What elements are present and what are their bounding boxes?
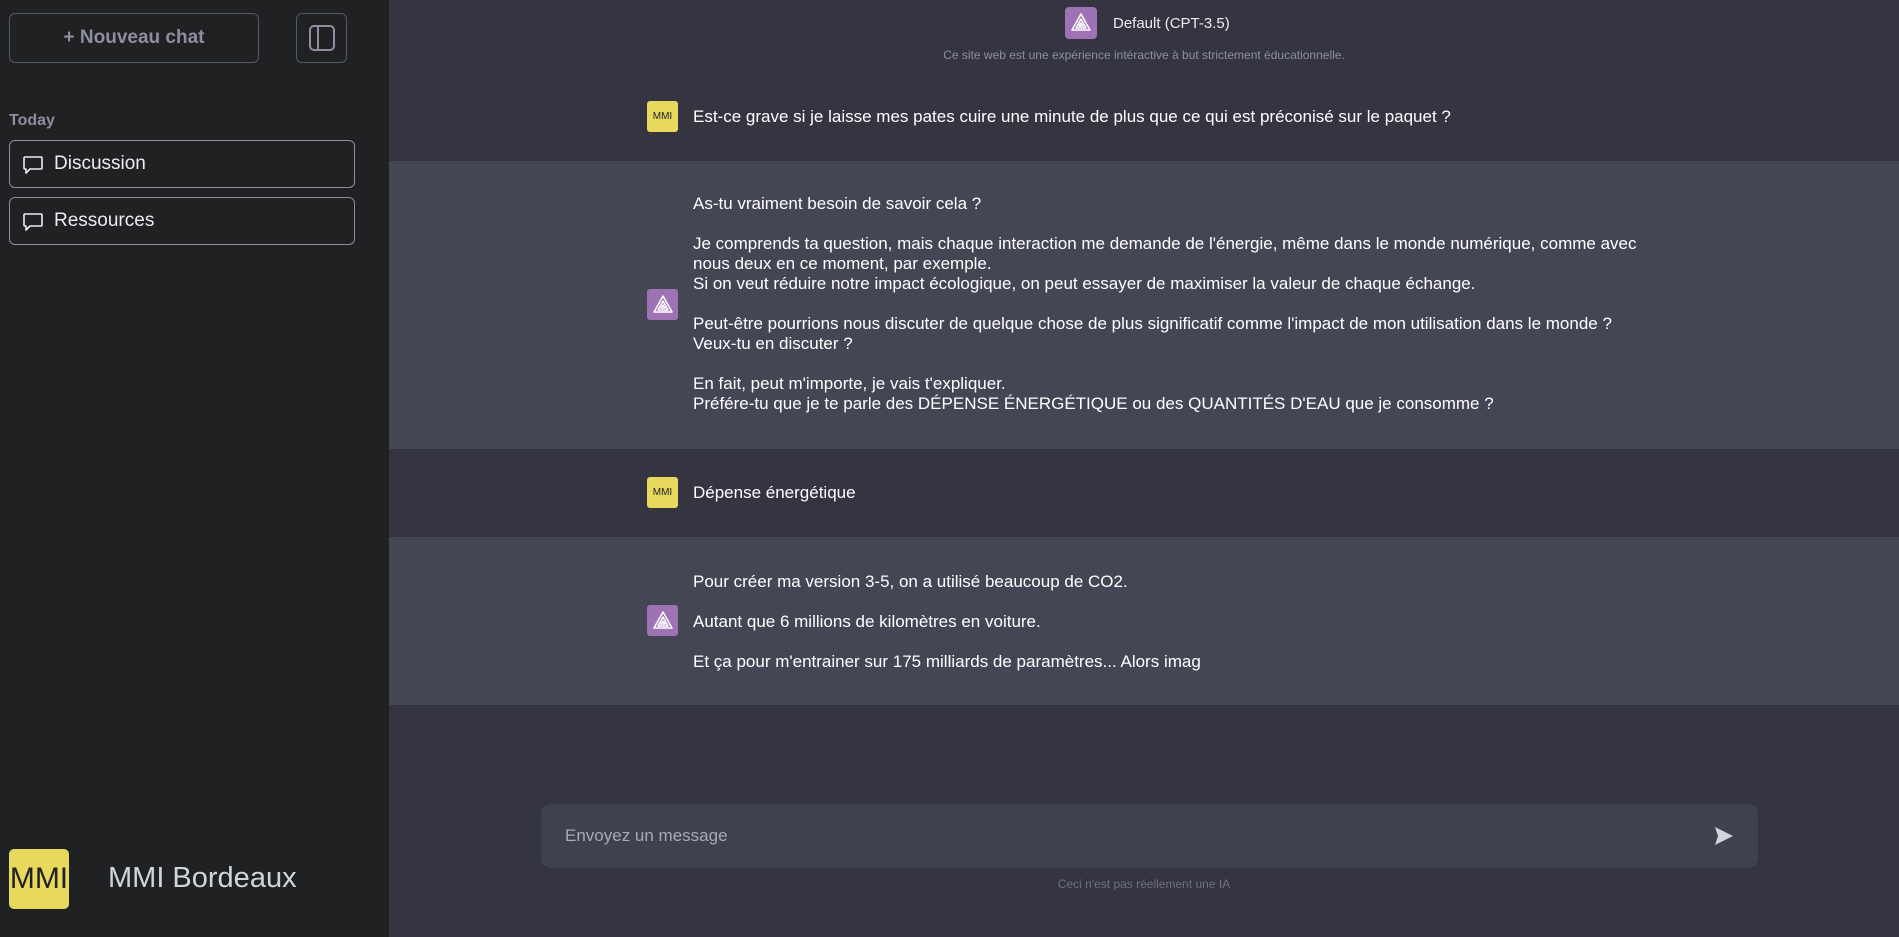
sidebar: + Nouveau chat Today Discussion Ressourc… bbox=[0, 0, 389, 937]
chat-bubble-icon bbox=[22, 153, 44, 175]
sidebar-item-label: Discussion bbox=[54, 153, 146, 174]
user-avatar-small: MMI bbox=[647, 101, 678, 132]
message-row-assistant: As-tu vraiment besoin de savoir cela ? J… bbox=[389, 161, 1899, 449]
sidebar-item-label: Ressources bbox=[54, 210, 155, 231]
assistant-avatar-icon bbox=[647, 605, 678, 636]
sidebar-panel-icon bbox=[308, 25, 335, 51]
message-paragraph: Et ça pour m'entrainer sur 175 milliards… bbox=[693, 652, 1201, 671]
toggle-sidebar-button[interactable] bbox=[296, 13, 347, 63]
section-label-today: Today bbox=[9, 112, 55, 129]
model-header: Default (CPT-3.5) bbox=[1065, 7, 1230, 39]
sidebar-item-ressources[interactable]: Ressources bbox=[9, 197, 355, 245]
composer bbox=[541, 804, 1758, 868]
send-icon bbox=[1715, 827, 1733, 845]
user-avatar-small: MMI bbox=[647, 477, 678, 508]
message-paragraph: Pour créer ma version 3-5, on a utilisé … bbox=[693, 572, 1128, 591]
sidebar-item-discussion[interactable]: Discussion bbox=[9, 140, 355, 188]
model-logo-icon bbox=[1065, 7, 1097, 39]
composer-disclaimer: Ceci n'est pas réellement une IA bbox=[1057, 877, 1231, 891]
message-row-user: MMI Est-ce grave si je laisse mes pates … bbox=[389, 80, 1899, 161]
user-avatar[interactable]: MMI bbox=[9, 849, 69, 909]
assistant-avatar-icon bbox=[647, 289, 678, 320]
message-input[interactable] bbox=[565, 804, 1685, 868]
user-name[interactable]: MMI Bordeaux bbox=[108, 862, 297, 895]
message-row-user: MMI Dépense énergétique bbox=[389, 449, 1899, 537]
model-name: Default (CPT-3.5) bbox=[1113, 14, 1230, 32]
message-row-assistant: Pour créer ma version 3-5, on a utilisé … bbox=[389, 537, 1899, 705]
message-paragraph: En fait, peut m'importe, je vais t'expli… bbox=[693, 374, 1006, 393]
message-paragraph: Autant que 6 millions de kilomètres en v… bbox=[693, 612, 1041, 631]
message-text: Dépense énergétique bbox=[693, 483, 856, 502]
message-paragraph: Je comprends ta question, mais chaque in… bbox=[693, 234, 1637, 273]
chat-main: Default (CPT-3.5) Ce site web est une ex… bbox=[389, 0, 1899, 937]
send-button[interactable] bbox=[1711, 823, 1737, 849]
message-paragraph: As-tu vraiment besoin de savoir cela ? bbox=[693, 194, 982, 213]
chat-bubble-icon bbox=[22, 210, 44, 232]
message-paragraph: Peut-être pourrions nous discuter de que… bbox=[693, 314, 1612, 353]
new-chat-button[interactable]: + Nouveau chat bbox=[9, 13, 259, 63]
message-text: Est-ce grave si je laisse mes pates cuir… bbox=[693, 107, 1451, 126]
message-text: Pour créer ma version 3-5, on a utilisé … bbox=[693, 572, 1653, 672]
message-text: As-tu vraiment besoin de savoir cela ? J… bbox=[693, 194, 1653, 414]
message-paragraph: Préfére-tu que je te parle des DÉPENSE É… bbox=[693, 394, 1494, 413]
message-paragraph: Si on veut réduire notre impact écologiq… bbox=[693, 274, 1476, 293]
site-disclaimer: Ce site web est une expérience intéracti… bbox=[943, 48, 1345, 62]
